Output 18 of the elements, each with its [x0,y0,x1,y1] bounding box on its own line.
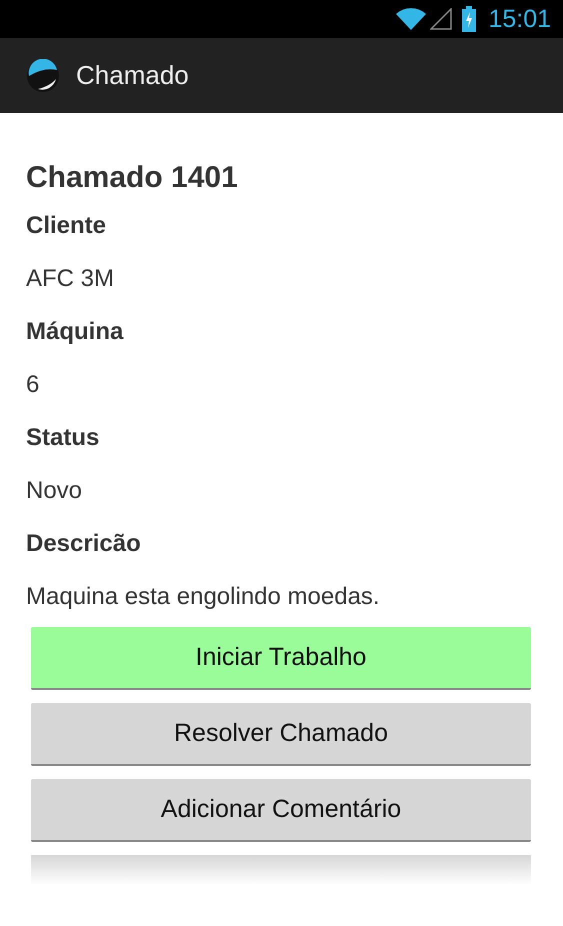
field-value: Novo [26,476,84,506]
field-value: AFC 3M [26,264,116,294]
field-label: Descricão [26,529,142,559]
action-button[interactable]: Adicionar Comentário [31,779,531,842]
wifi-icon [396,7,426,31]
field-value: Maquina esta engolindo moedas. [26,582,381,612]
field-value: 6 [26,370,40,400]
field-label: Cliente [26,211,108,241]
status-time: 15:01 [488,4,551,34]
field-label: Máquina [26,317,124,347]
signal-icon [430,8,452,30]
action-button[interactable]: Resolver Chamado [31,703,531,766]
action-button[interactable]: Iniciar Trabalho [31,627,531,690]
app-title: Chamado [76,60,189,91]
field-label: Status [26,423,100,453]
app-logo-icon [26,58,60,92]
page-heading: Chamado 1401 [26,160,239,196]
battery-charging-icon [462,6,476,32]
